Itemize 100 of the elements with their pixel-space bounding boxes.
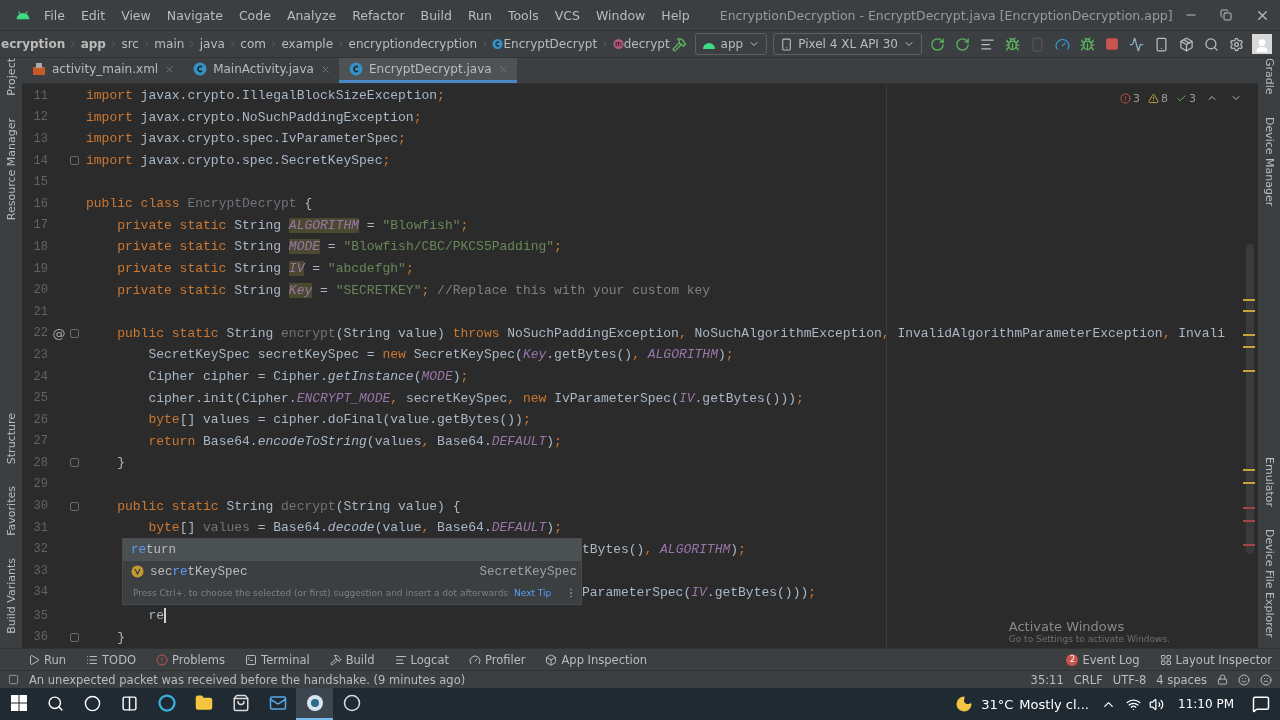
line-number: 16 xyxy=(32,196,48,211)
breadcrumb-item[interactable]: main xyxy=(154,37,185,51)
tool-window-tab[interactable]: Emulator xyxy=(1262,457,1276,508)
editor-tab[interactable]: activity_main.xml xyxy=(22,58,184,83)
code-line: public static String decrypt(String value) { xyxy=(116,498,461,514)
code-line: private static String Key = "SECRETKEY"; //Replace this with your custom key xyxy=(116,282,711,298)
stop-button[interactable] xyxy=(1103,35,1121,53)
breadcrumb-item[interactable]: java xyxy=(199,37,225,51)
close-icon xyxy=(497,63,509,75)
class-icon xyxy=(348,62,363,76)
breadcrumb-item[interactable]: src xyxy=(121,37,139,51)
line-number: 32 xyxy=(32,542,48,557)
device-dropdown[interactable]: Pixel 4 XL API 30 xyxy=(773,33,922,55)
breadcrumb-item[interactable]: example xyxy=(281,37,334,51)
play-icon xyxy=(28,653,40,666)
line-number: 15 xyxy=(32,175,48,190)
code-line: import javax.crypto.spec.SecretKeySpec; xyxy=(86,153,391,169)
breadcrumb-item[interactable]: ecryption xyxy=(1,37,66,51)
line-number: 21 xyxy=(32,304,48,319)
menu-item[interactable]: Code xyxy=(230,7,279,23)
fold-marker-icon[interactable] xyxy=(70,458,79,468)
breadcrumb-item[interactable]: EncryptDecrypt xyxy=(503,37,598,51)
lock-icon xyxy=(1217,674,1228,685)
line-number: 24 xyxy=(32,369,48,384)
line-ending[interactable]: CRLF xyxy=(1073,672,1103,687)
file-encoding[interactable]: UTF-8 xyxy=(1112,672,1147,687)
breadcrumb-item[interactable]: app xyxy=(80,37,106,51)
completion-item[interactable]: return xyxy=(123,539,581,562)
line-number: 25 xyxy=(32,391,48,406)
tool-window-tab[interactable]: Device Manager xyxy=(1262,116,1276,206)
fold-marker-icon[interactable] xyxy=(70,156,79,166)
terminal-icon xyxy=(245,653,258,666)
status-message: An unexpected packet was received before the handshake. (9 minutes ago) xyxy=(29,672,466,687)
menu-item[interactable]: Refactor xyxy=(344,7,413,23)
tool-window-button[interactable]: Run xyxy=(28,652,67,667)
code-line: private static String IV = "abcdefgh"; xyxy=(116,261,414,277)
line-number: 28 xyxy=(32,455,48,470)
fold-marker-icon[interactable] xyxy=(70,501,79,511)
android-logo xyxy=(16,9,30,21)
weather-text[interactable]: Mostly cl... xyxy=(1019,696,1089,712)
panel-icon xyxy=(8,674,19,685)
menu-item[interactable]: Analyze xyxy=(278,7,345,23)
menu-item[interactable]: VCS xyxy=(546,7,588,23)
tool-window-button[interactable]: Problems xyxy=(156,652,226,667)
warning-count[interactable]: 8 xyxy=(1148,91,1168,105)
indent-setting[interactable]: 4 spaces xyxy=(1156,672,1207,687)
menu-item[interactable]: Build xyxy=(412,7,460,23)
menu-item[interactable]: Help xyxy=(653,7,698,23)
moon-icon xyxy=(955,695,974,713)
editor-tab[interactable]: MainActivity.java xyxy=(183,58,339,83)
breadcrumb-item[interactable]: encryptiondecryption xyxy=(348,37,477,51)
menu-item[interactable]: File xyxy=(36,7,73,23)
box-icon xyxy=(545,653,558,666)
breadcrumb-item[interactable]: decrypt xyxy=(623,37,670,51)
fold-marker-icon[interactable] xyxy=(70,328,79,338)
layout-icon xyxy=(1159,653,1172,666)
taskbar-app[interactable] xyxy=(296,688,333,720)
typo-count[interactable]: 3 xyxy=(1176,91,1196,105)
fold-marker-icon[interactable] xyxy=(70,632,79,642)
line-number: 35 xyxy=(32,608,48,623)
tool-window-button[interactable]: Terminal xyxy=(245,652,310,667)
menu-item[interactable]: View xyxy=(113,7,159,23)
caret-position[interactable]: 35:11 xyxy=(1030,672,1064,687)
tool-window-tab[interactable]: Gradle xyxy=(1262,58,1276,95)
line-number: 27 xyxy=(32,434,48,449)
menu-item[interactable]: Run xyxy=(460,7,500,23)
tool-window-button[interactable]: Layout Inspector xyxy=(1159,652,1272,667)
shopping-bag-icon xyxy=(231,694,250,712)
menu-item[interactable]: Edit xyxy=(72,7,114,23)
module-dropdown[interactable]: app xyxy=(694,33,768,55)
clock[interactable]: 11:10 PM xyxy=(1178,697,1234,711)
completion-item[interactable]: secretKeySpec SecretKeySpec xyxy=(123,561,581,583)
tool-window-tab[interactable]: Project xyxy=(4,58,18,96)
line-number: 29 xyxy=(32,477,48,492)
tool-window-button[interactable]: Profiler xyxy=(468,652,526,667)
breadcrumb-item[interactable]: com xyxy=(240,37,266,51)
menu-item[interactable]: Tools xyxy=(499,7,547,23)
next-tip-link[interactable]: Next Tip xyxy=(514,588,552,599)
tool-window-button[interactable]: TODO xyxy=(86,652,137,667)
override-marker[interactable]: @ xyxy=(48,325,70,341)
wifi-icon xyxy=(1126,696,1141,712)
tool-window-button[interactable]: Build xyxy=(329,652,375,667)
menu-item[interactable]: Window xyxy=(587,7,654,23)
line-number: 17 xyxy=(32,218,48,233)
tool-window-tab[interactable]: Build Variants xyxy=(4,558,18,634)
error-count[interactable]: 3 xyxy=(1120,91,1140,105)
tool-window-button[interactable]: 2 Event Log xyxy=(1066,652,1140,667)
tool-window-button[interactable]: App Inspection xyxy=(545,652,647,667)
tool-window-tab[interactable]: Device File Explorer xyxy=(1262,529,1276,638)
line-number: 18 xyxy=(32,239,48,254)
tool-window-tab[interactable]: Resource Manager xyxy=(4,117,18,220)
code-line: private static String ALGORITHM = "Blowfish"; xyxy=(116,217,469,233)
line-number: 22 xyxy=(32,326,48,341)
tool-window-tab[interactable]: Favorites xyxy=(4,486,18,537)
tool-window-tab[interactable]: Structure xyxy=(4,413,18,465)
tool-window-button[interactable]: Logcat xyxy=(394,652,449,667)
scrollbar[interactable] xyxy=(1246,244,1254,554)
temperature[interactable]: 31°C xyxy=(981,696,1014,712)
menu-item[interactable]: Navigate xyxy=(158,7,231,23)
editor-tab[interactable]: EncryptDecrypt.java xyxy=(338,58,517,83)
